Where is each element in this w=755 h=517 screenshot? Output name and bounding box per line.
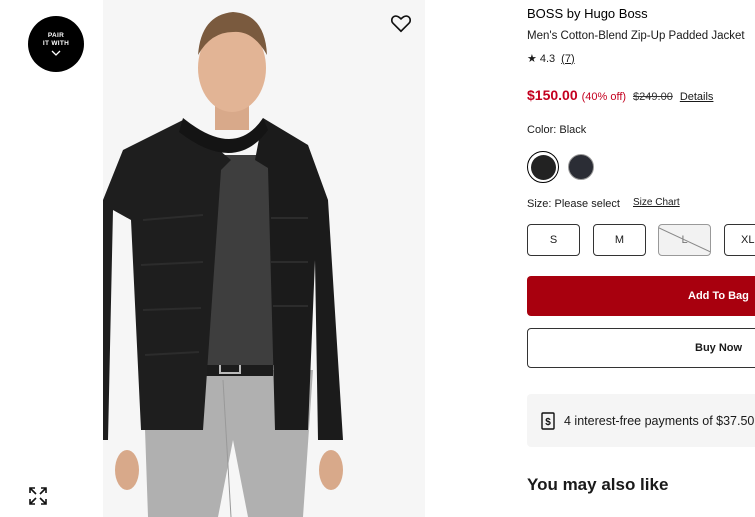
- size-label: Size: Please select: [527, 198, 620, 210]
- brand-name[interactable]: BOSS by Hugo Boss: [527, 6, 648, 21]
- you-may-also-like-heading: You may also like: [527, 475, 669, 494]
- pair-it-with-line2: IT WITH: [42, 40, 70, 47]
- size-option-xl[interactable]: XL: [724, 224, 755, 256]
- color-swatch-black[interactable]: [527, 151, 559, 183]
- expand-icon[interactable]: [28, 486, 48, 506]
- size-option-m[interactable]: M: [593, 224, 646, 256]
- installment-payments-banner[interactable]: $ 4 interest-free payments of $37.50: [527, 394, 755, 447]
- product-name: Men's Cotton-Blend Zip-Up Padded Jacket: [527, 30, 745, 42]
- pair-it-with-line1: PAIR: [47, 32, 65, 39]
- size-option-l[interactable]: L: [658, 224, 711, 256]
- color-label: Color: Black: [527, 124, 587, 136]
- size-option-s[interactable]: S: [527, 224, 580, 256]
- pair-it-with-button[interactable]: PAIR IT WITH: [28, 16, 84, 72]
- dollar-receipt-icon: $: [541, 411, 555, 430]
- product-image[interactable]: [103, 0, 425, 517]
- installment-text: 4 interest-free payments of $37.50: [564, 413, 755, 428]
- chevron-down-icon: [51, 50, 61, 56]
- rating-value: 4.3: [539, 52, 556, 65]
- color-swatch-navy[interactable]: [568, 154, 594, 180]
- product-gallery: PAIR IT WITH: [0, 0, 510, 517]
- star-icon: ★: [527, 53, 537, 65]
- price-row: $150.00 (40% off) $249.00 Details: [527, 87, 713, 103]
- rating-row: ★ 4.3 (7): [527, 52, 575, 66]
- sale-price: $150.00: [527, 87, 578, 103]
- price-details-link[interactable]: Details: [680, 91, 714, 103]
- discount-percent: (40% off): [581, 91, 627, 103]
- svg-text:$: $: [545, 417, 551, 428]
- size-chart-link[interactable]: Size Chart: [633, 197, 680, 208]
- original-price: $249.00: [633, 91, 673, 103]
- jacket-model-photo: [103, 0, 425, 517]
- review-count-link[interactable]: (7): [561, 53, 574, 65]
- heart-icon[interactable]: [390, 12, 412, 34]
- add-to-bag-button[interactable]: Add To Bag: [527, 276, 755, 316]
- buy-now-button[interactable]: Buy Now: [527, 328, 755, 368]
